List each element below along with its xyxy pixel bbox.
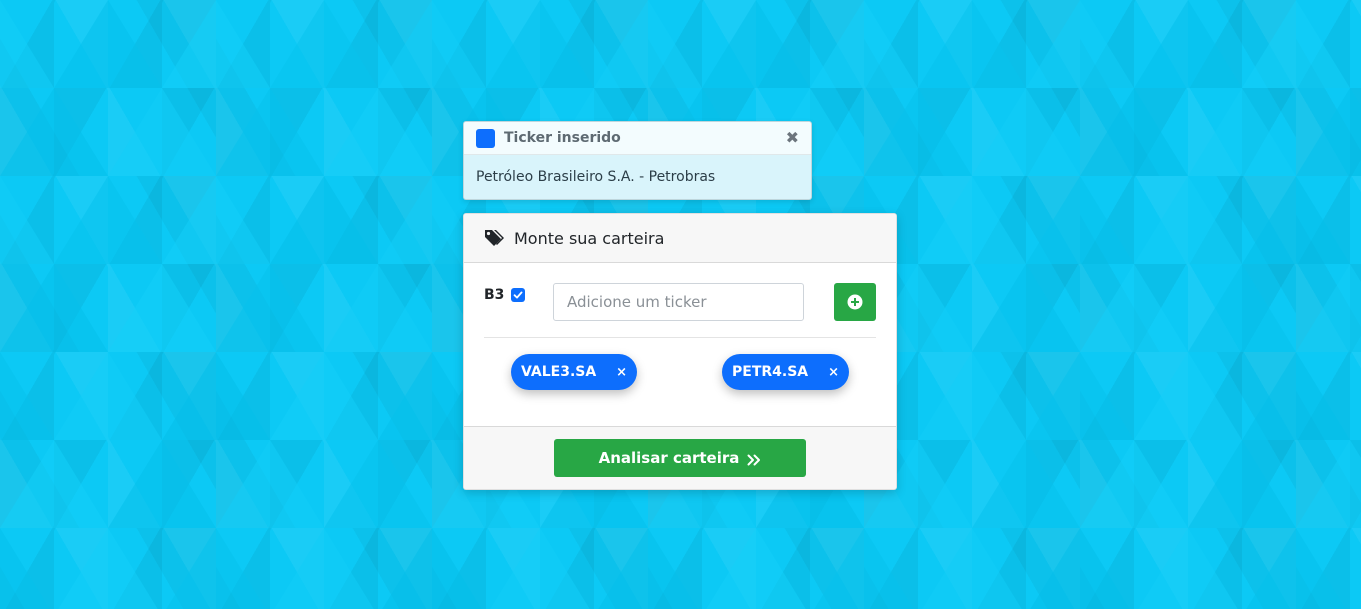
ticker-input[interactable] — [553, 283, 804, 321]
ticker-toast: Ticker inserido ✖ Petróleo Brasileiro S.… — [463, 121, 812, 200]
divider — [484, 337, 876, 338]
exchange-checkbox[interactable] — [511, 288, 525, 302]
close-icon[interactable]: ✖ — [786, 130, 799, 146]
card-footer: Analisar carteira — [464, 426, 896, 489]
double-chevron-right-icon — [747, 452, 761, 466]
toast-title: Ticker inserido — [504, 130, 621, 146]
ticker-chip: PETR4.SA × — [722, 354, 849, 390]
card-title: Monte sua carteira — [514, 228, 665, 248]
exchange-label: B3 — [484, 287, 505, 303]
toast-header: Ticker inserido ✖ — [464, 122, 811, 155]
ticker-chip-label: PETR4.SA — [732, 364, 809, 380]
plus-circle-icon — [847, 294, 863, 310]
card-header: Monte sua carteira — [464, 214, 896, 263]
ticker-chip-label: VALE3.SA — [521, 364, 597, 380]
analyze-button-label: Analisar carteira — [598, 449, 740, 467]
check-icon — [513, 291, 523, 299]
ticker-chip: VALE3.SA × — [511, 354, 637, 390]
remove-ticker-icon[interactable]: × — [616, 365, 627, 380]
toast-message: Petróleo Brasileiro S.A. - Petrobras — [476, 169, 716, 185]
remove-ticker-icon[interactable]: × — [828, 365, 839, 380]
tags-icon — [484, 228, 506, 248]
portfolio-card: Monte sua carteira B3 VALE3.SA × PETR4.S… — [463, 213, 897, 490]
analyze-portfolio-button[interactable]: Analisar carteira — [554, 439, 806, 477]
toast-color-square — [476, 128, 495, 148]
add-ticker-button[interactable] — [834, 283, 876, 321]
card-body: B3 VALE3.SA × PETR4.SA × — [464, 263, 896, 426]
